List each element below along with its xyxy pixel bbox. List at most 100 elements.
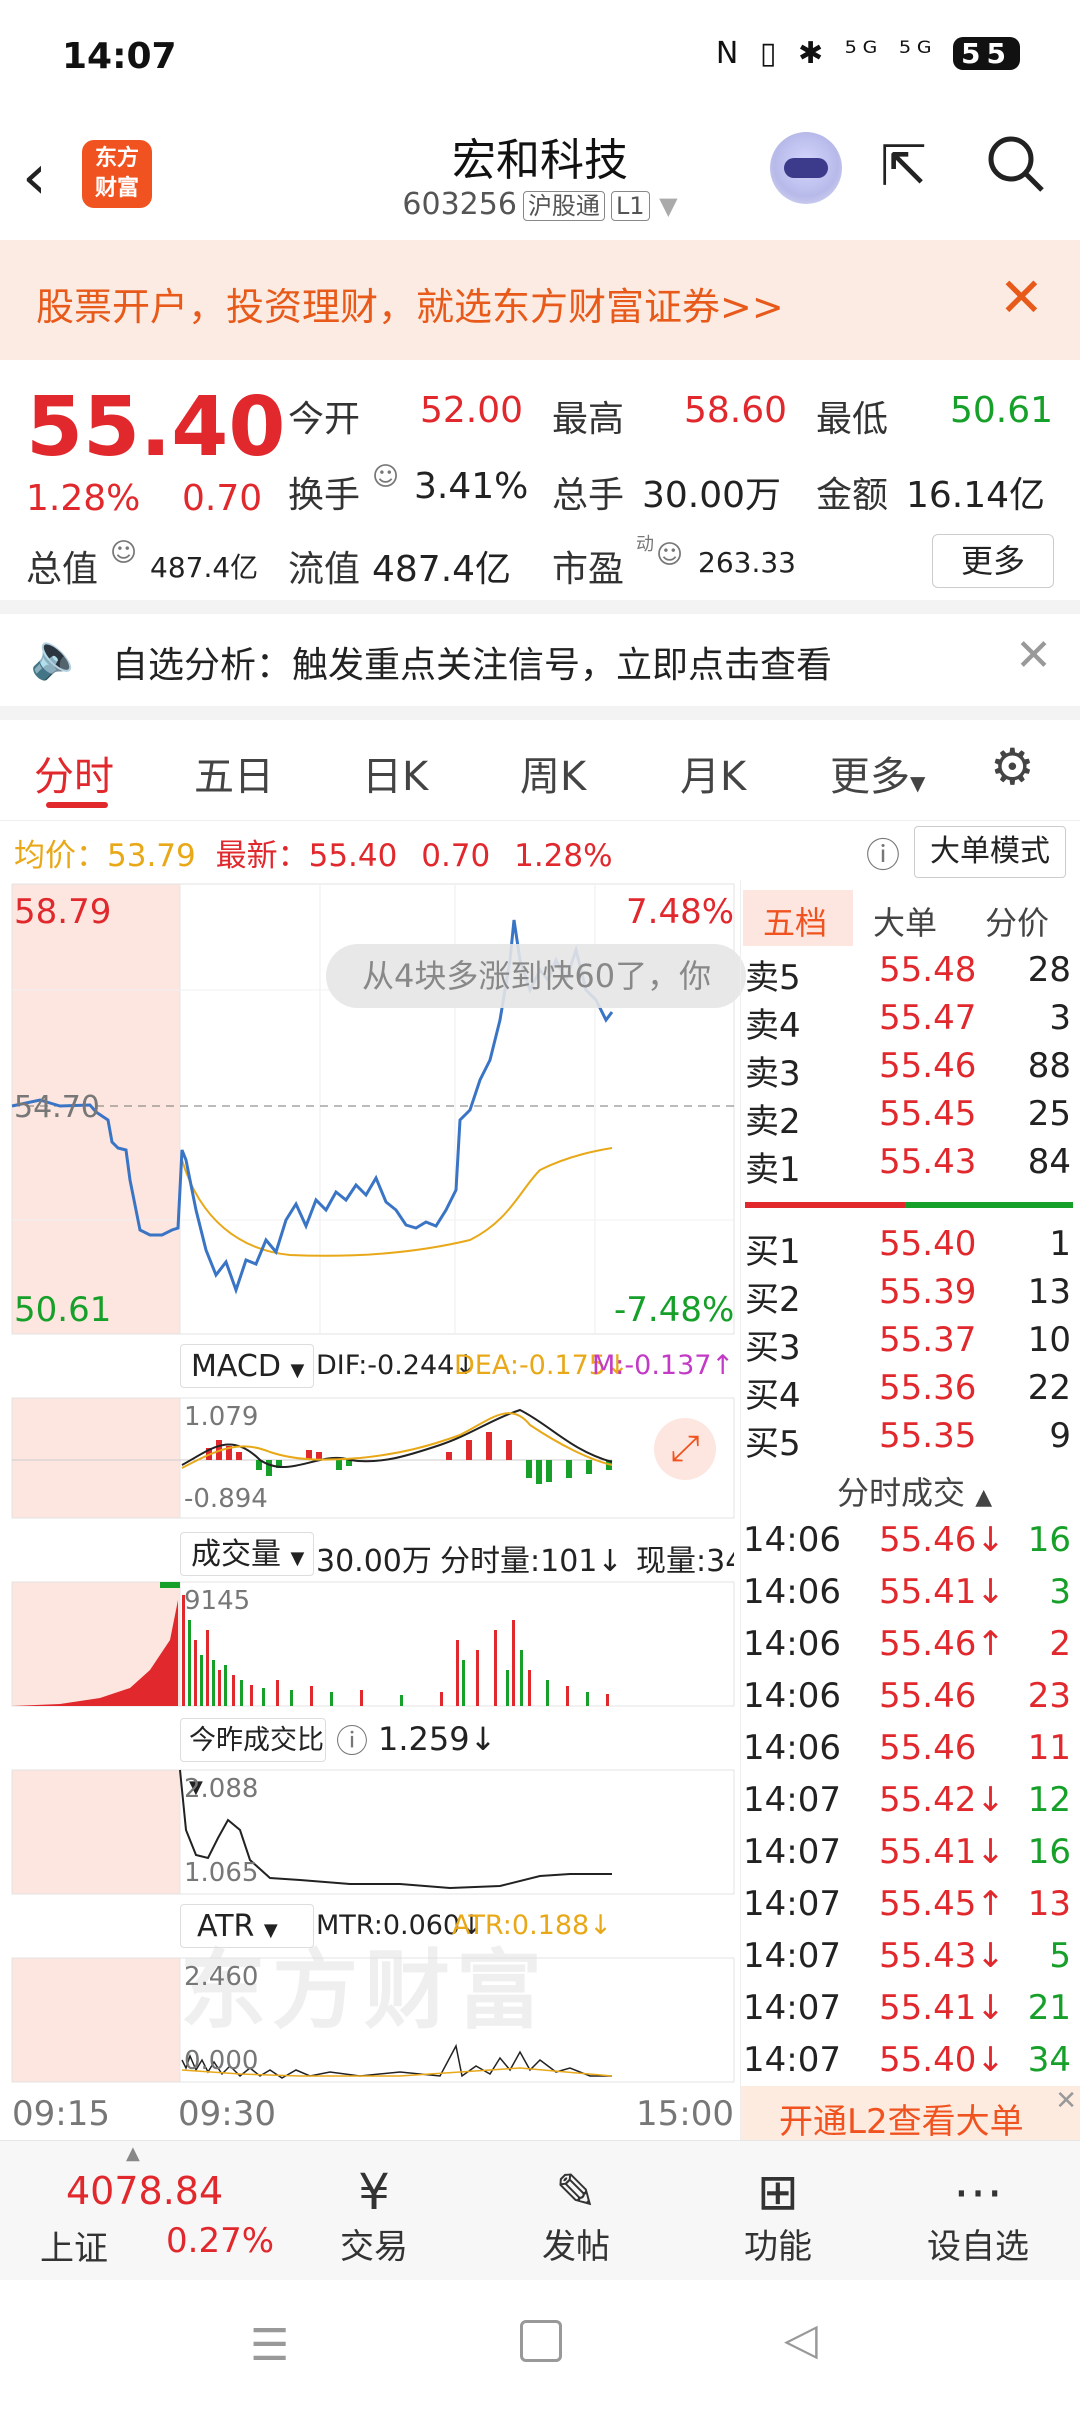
tab-daily-k[interactable]: 日K <box>362 744 428 802</box>
ask-row: 卖4 55.47 3 <box>741 998 1071 1046</box>
latest-label: 最新： <box>215 838 309 874</box>
tab-intraday[interactable]: 分时 <box>34 744 114 802</box>
index-name[interactable]: 上证 <box>40 2221 108 2270</box>
tick-volume: 11 <box>1027 1728 1071 1768</box>
search-icon[interactable] <box>984 132 1048 210</box>
tab-price-dist[interactable]: 分价 <box>985 898 1049 944</box>
intraday-chart[interactable]: 东方财富 58.79 50.61 54.70 7.48% -7.48% MACD… <box>0 880 740 2140</box>
pe-label: 市盈 <box>552 549 625 590</box>
tab-monthly-k[interactable]: 月K <box>680 744 746 802</box>
menu-icon[interactable]: ☰ <box>250 2320 289 2371</box>
ai-assistant-icon[interactable] <box>770 132 842 204</box>
mcap-value: 487.4亿 <box>150 551 259 584</box>
volume-top-label: 9145 <box>184 1586 251 1616</box>
expand-icon[interactable]: ⤢ <box>654 1418 716 1480</box>
order-book-panel: 五档 大单 分价 卖5 55.48 28 卖4 55.47 3 卖3 55.46 88 卖2… <box>740 880 1080 2142</box>
info-icon[interactable]: ☺ <box>110 538 137 568</box>
nav-post[interactable]: ✎ 发帖 <box>506 2165 646 2268</box>
help-icon[interactable]: ⓘ <box>866 828 900 877</box>
ask-label: 卖4 <box>745 1006 801 1046</box>
tick-price: 55.46 <box>879 1728 977 1768</box>
index-pct[interactable]: 0.27% <box>166 2221 274 2261</box>
info-icon[interactable]: ☺ <box>656 540 683 570</box>
battery-icon: 55 <box>953 37 1020 70</box>
big-order-mode-button[interactable]: 大单模式 <box>914 826 1066 878</box>
tab-more[interactable]: 更多▼ <box>830 744 925 802</box>
time-end: 15:00 <box>636 2094 734 2134</box>
tab-five-level[interactable]: 五档 <box>763 898 827 944</box>
dropdown-icon: ▼ <box>263 1920 278 1941</box>
turnover-value: 3.41% <box>414 466 529 507</box>
share-icon[interactable]: ⇱ <box>880 134 927 199</box>
macd-bars <box>206 1432 612 1484</box>
promo-banner[interactable]: 股票开户，投资理财，就选东方财富证券>> ✕ <box>0 240 1080 360</box>
tick-row: 14:07 55.40↓ 34 <box>741 2040 1071 2088</box>
atr-top-label: 2.460 <box>184 1962 259 1992</box>
ask-price: 55.48 <box>879 950 977 990</box>
back-nav-icon[interactable]: ◁ <box>784 2314 818 2365</box>
expand-up-icon[interactable]: ▲ <box>126 2143 140 2164</box>
l2-upgrade-bar[interactable]: 开通L2查看大单 ✕ <box>741 2086 1080 2142</box>
hk-connect-tag: 沪股通 <box>522 191 605 221</box>
stock-code-row[interactable]: 603256 沪股通 L1 ▼ <box>340 186 740 222</box>
macd-bottom-label: -0.894 <box>184 1484 268 1514</box>
ask-price: 55.47 <box>879 998 977 1038</box>
mcap-label: 总值 <box>26 549 99 590</box>
info-icon[interactable]: ☺ <box>372 462 399 492</box>
close-icon[interactable]: ✕ <box>1015 630 1052 681</box>
nav-functions[interactable]: ⊞ 功能 <box>708 2165 848 2268</box>
dropdown-icon[interactable]: ▼ <box>659 192 677 220</box>
macd-selector[interactable]: MACD ▼ <box>180 1344 314 1388</box>
nav-add-watchlist[interactable]: ⋯ 设自选 <box>908 2165 1048 2268</box>
macd-top-label: 1.079 <box>184 1402 259 1432</box>
analysis-notice[interactable]: 🔈 自选分析：触发重点关注信号，立即点击查看 ✕ <box>0 610 1080 706</box>
atr-selector[interactable]: ATR ▼ <box>180 1904 314 1948</box>
help-icon[interactable]: ⓘ <box>336 1716 368 1762</box>
eastmoney-logo[interactable]: 东方 财富 <box>82 140 152 208</box>
back-icon[interactable]: ‹ <box>22 140 47 213</box>
high-value: 58.60 <box>684 390 788 431</box>
index-value[interactable]: 4078.84 <box>66 2169 223 2213</box>
preopen-volume-top <box>160 1582 180 1588</box>
tick-time: 14:07 <box>743 1780 841 1820</box>
ratio-selector[interactable]: 今昨成交比 ▼ <box>180 1718 326 1798</box>
ask-label: 卖1 <box>745 1150 801 1190</box>
ask-volume: 28 <box>1027 950 1071 990</box>
edit-icon: ✎ <box>555 2163 597 2221</box>
ask-volume: 3 <box>1049 998 1071 1038</box>
ticks-title: 分时成交 <box>837 1474 966 1512</box>
tick-time: 14:06 <box>743 1520 841 1560</box>
comment-tooltip[interactable]: 从4块多涨到快60了，你 <box>326 944 746 1008</box>
tab-big-order[interactable]: 大单 <box>873 898 937 944</box>
close-icon[interactable]: ✕ <box>1055 2086 1077 2116</box>
open-value: 52.00 <box>420 390 524 431</box>
notice-text: 自选分析：触发重点关注信号，立即点击查看 <box>112 645 833 686</box>
tab-5day[interactable]: 五日 <box>194 744 274 802</box>
volume-selector[interactable]: 成交量 ▼ <box>180 1532 314 1576</box>
ask-row: 卖2 55.45 25 <box>741 1094 1071 1142</box>
promo-text: 股票开户，投资理财，就选东方财富证券>> <box>36 285 784 329</box>
home-icon[interactable] <box>520 2320 562 2362</box>
bid-price: 55.39 <box>879 1272 977 1312</box>
high-label: 最高 <box>552 399 625 440</box>
more-button[interactable]: 更多 <box>932 534 1054 588</box>
tick-volume: 16 <box>1027 1520 1071 1560</box>
bid-price: 55.35 <box>879 1416 977 1456</box>
tab-weekly-k[interactable]: 周K <box>520 744 586 802</box>
tick-row: 14:06 55.41↓ 3 <box>741 1572 1071 1620</box>
tick-volume: 13 <box>1027 1884 1071 1924</box>
bid-label: 买1 <box>745 1232 801 1272</box>
ticks-header[interactable]: 分时成交 ▲ <box>837 1468 992 1514</box>
tab-more-label: 更多 <box>830 754 910 800</box>
bid-price: 55.36 <box>879 1368 977 1408</box>
status-icons: N ▯ ✱ ⁵ᴳ ⁵ᴳ 55 <box>716 36 1020 71</box>
close-icon[interactable]: ✕ <box>999 266 1044 329</box>
speaker-icon: 🔈 <box>30 631 85 682</box>
volume-value: 30.00万 <box>642 475 782 516</box>
bid-label: 买5 <box>745 1424 801 1464</box>
tick-volume: 21 <box>1027 1988 1071 2028</box>
volume-total: 30.00万 <box>316 1544 432 1579</box>
nav-trade[interactable]: ¥ 交易 <box>304 2165 444 2268</box>
settings-gear-icon[interactable]: ⚙ <box>990 738 1035 796</box>
ratio-value: 1.259↓ <box>378 1720 497 1758</box>
